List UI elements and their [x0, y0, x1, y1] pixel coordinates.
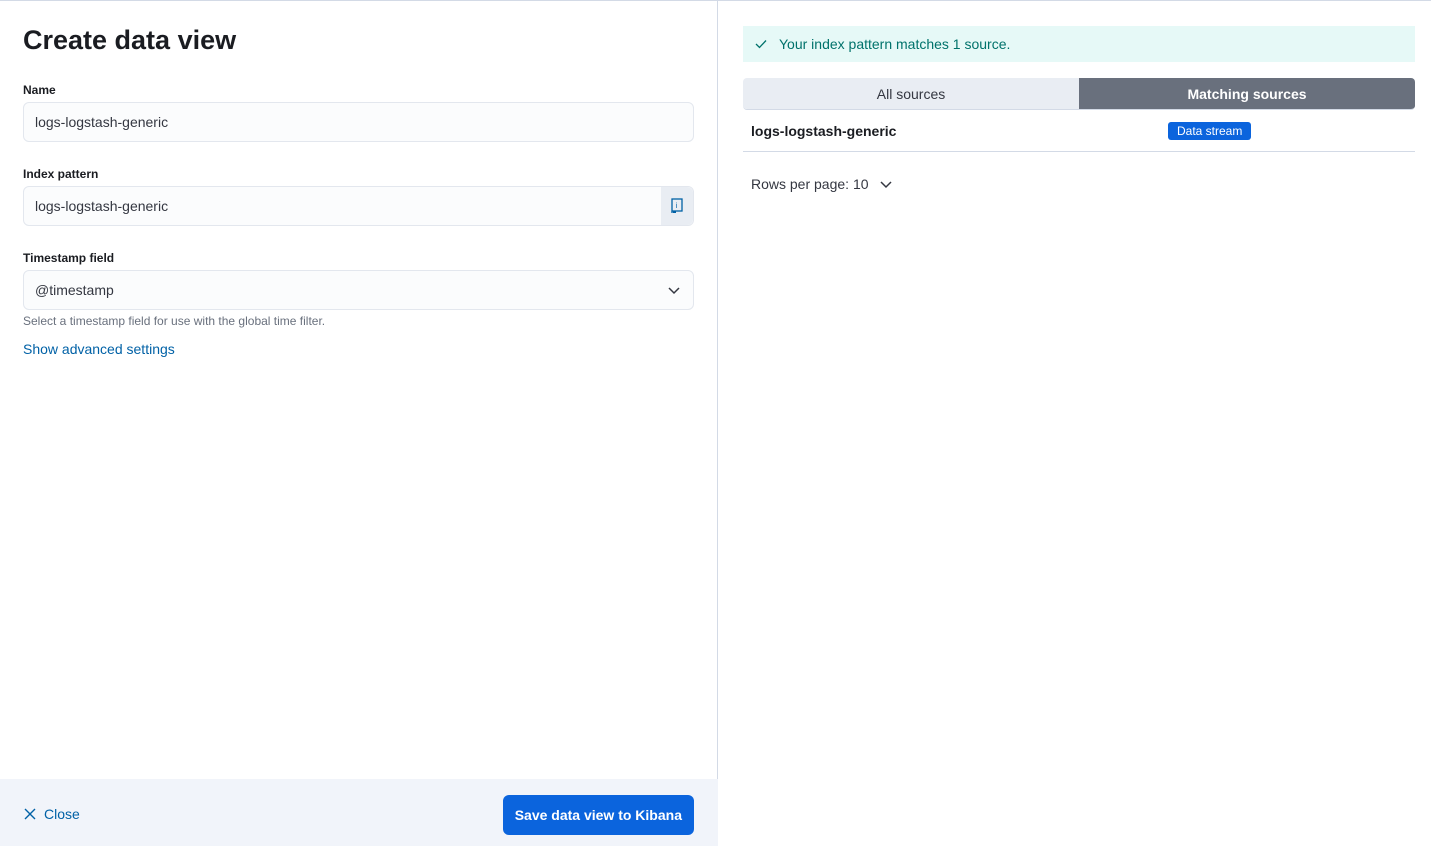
name-input[interactable]: logs-logstash-generic: [23, 102, 694, 142]
match-callout: Your index pattern matches 1 source.: [743, 26, 1415, 62]
chevron-down-icon: [667, 271, 681, 309]
name-label: Name: [23, 83, 56, 97]
chevron-down-icon: [880, 181, 892, 189]
callout-text: Your index pattern matches 1 source.: [779, 36, 1011, 52]
close-button[interactable]: Close: [24, 806, 80, 822]
timestamp-select[interactable]: @timestamp: [23, 270, 694, 310]
rows-per-page-label: Rows per page: 10: [751, 176, 869, 192]
source-name: logs-logstash-generic: [751, 123, 897, 139]
flyout-footer: Close Save data view to Kibana: [0, 779, 718, 846]
index-pattern-value: logs-logstash-generic: [35, 198, 169, 214]
rows-per-page-button[interactable]: Rows per page: 10: [751, 176, 893, 192]
documentation-book-icon[interactable]: i: [661, 187, 693, 225]
tab-all-sources[interactable]: All sources: [743, 78, 1079, 109]
page-title: Create data view: [23, 25, 237, 55]
create-data-view-form: Create data view Name logs-logstash-gene…: [0, 1, 718, 846]
timestamp-help-text: Select a timestamp field for use with th…: [23, 314, 326, 328]
check-icon: [755, 40, 767, 49]
close-label: Close: [44, 806, 80, 822]
data-stream-badge: Data stream: [1168, 122, 1252, 140]
save-data-view-button[interactable]: Save data view to Kibana: [502, 795, 694, 835]
timestamp-label: Timestamp field: [23, 251, 115, 265]
close-icon: [24, 808, 36, 820]
sources-tabs: All sources Matching sources: [743, 78, 1415, 110]
show-advanced-settings-link[interactable]: Show advanced settings: [23, 341, 175, 357]
index-pattern-label: Index pattern: [23, 167, 99, 181]
table-row: logs-logstash-generic Data stream: [743, 111, 1415, 152]
tab-matching-sources[interactable]: Matching sources: [1079, 78, 1415, 109]
timestamp-value: @timestamp: [35, 282, 114, 298]
svg-text:i: i: [676, 202, 678, 210]
index-pattern-input[interactable]: logs-logstash-generic i: [23, 186, 694, 226]
